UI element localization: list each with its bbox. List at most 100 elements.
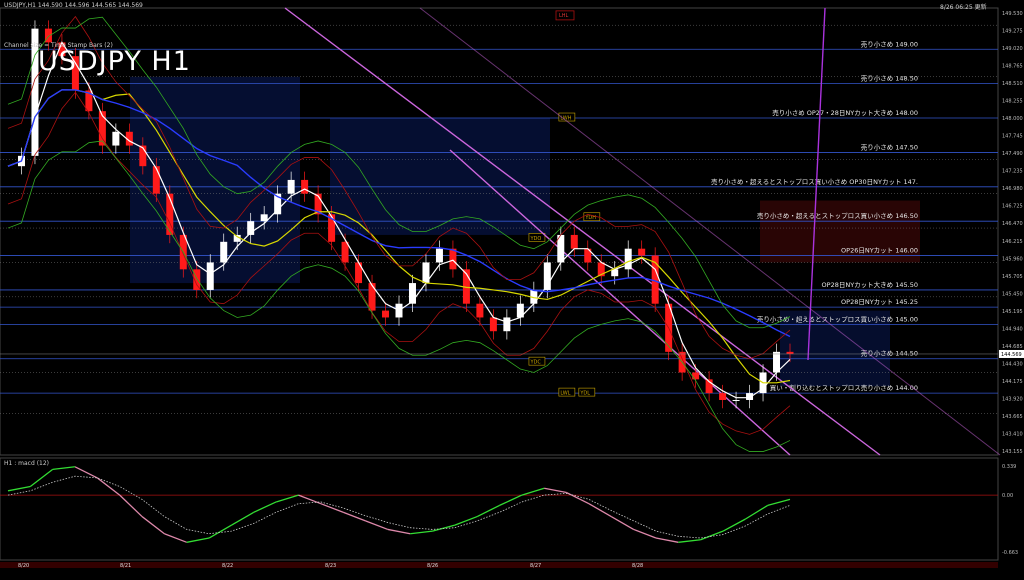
candle-body [435, 248, 443, 263]
chart-canvas[interactable]: 149.530 149.275 149.020 148.765 148.510 148.2… [0, 0, 1024, 576]
candle-body [611, 269, 619, 277]
macd-main-segment [678, 539, 701, 543]
price-axis-label: 145.195 [1002, 309, 1023, 315]
chart-title: USDJPY H1 [38, 46, 191, 77]
macd-main-segment [52, 466, 76, 470]
level-label: 売り小さめ 148.50 [861, 74, 918, 83]
candle-body [449, 248, 457, 270]
candle-body [301, 179, 309, 194]
candle-body [624, 248, 632, 270]
macd-main-segment [320, 503, 344, 513]
macd-axis-label: 0.00 [1002, 493, 1013, 499]
cloud-blue-2 [330, 118, 550, 235]
level-label: 売り小さめ・超えるとストップロス買い小さめ 146.50 [757, 211, 918, 220]
macd-main-segment [298, 494, 322, 505]
candle-body [489, 317, 497, 332]
price-axis-label: 145.960 [1002, 256, 1023, 262]
time-axis-bar [0, 562, 998, 568]
candle-body [503, 317, 511, 332]
macd-main-segment [454, 515, 478, 526]
price-axis-label: 146.470 [1002, 221, 1023, 227]
level-tag: YDC [529, 360, 541, 366]
time-axis-label: 8/20 [18, 563, 29, 569]
time-axis-label: 8/22 [222, 563, 233, 569]
price-axis-label: 148.255 [1002, 98, 1023, 104]
macd-axis-label: 0.339 [1002, 464, 1016, 470]
price-axis-label: 146.215 [1002, 239, 1023, 245]
current-price-label: 144.569 [1001, 352, 1022, 358]
chart-root: 149.530 149.275 149.020 148.765 148.510 148.2… [0, 0, 1024, 576]
macd-main-segment [432, 524, 456, 532]
price-axis-label: 146.980 [1002, 186, 1023, 192]
macd-main-segment [767, 498, 791, 507]
candle-body [382, 310, 390, 318]
candle-body [570, 234, 578, 249]
level-label: OP28日NYカット 145.25 [841, 298, 918, 306]
macd-main-segment [722, 518, 746, 532]
channel-line-lower [449, 149, 791, 456]
macd-main-segment [141, 516, 165, 535]
macd-main-segment [253, 501, 277, 513]
macd-main-segment [610, 515, 634, 530]
price-axis-label: 148.510 [1002, 81, 1023, 87]
macd-main-segment [744, 504, 768, 520]
macd-main-segment [521, 487, 545, 496]
level-label: 売り小さめ 149.00 [861, 39, 918, 48]
candle-body [206, 262, 214, 290]
price-axis-label: 143.665 [1002, 414, 1023, 420]
price-axis-label: 143.155 [1002, 449, 1023, 455]
macd-main-segment [186, 537, 210, 543]
candle-body [287, 179, 295, 194]
level-tag: YDL [579, 391, 590, 397]
price-axis-label: 144.430 [1002, 362, 1023, 368]
macd-main-segment [410, 530, 433, 535]
candle-body [476, 303, 484, 318]
level-label: 売り小さめ 144.50 [861, 349, 918, 358]
level-label: 売り小さめ OP27・28日NYカット大きめ 148.00 [772, 108, 918, 117]
price-axis-label: 147.745 [1002, 134, 1023, 140]
macd-main-segment [275, 494, 299, 503]
macd-main-segment [29, 468, 54, 488]
level-label: 買い・割り込むとストップロス売り小さめ 144.00 [770, 383, 918, 392]
price-axis-label: 143.410 [1002, 432, 1023, 438]
level-label: 売り小さめ・超えるとストップロス買い小さめ OP30日NYカット 147. [711, 177, 918, 186]
macd-main-segment [476, 504, 500, 518]
price-axis-label: 149.530 [1002, 11, 1023, 17]
candle-body [220, 241, 228, 263]
candle-body [638, 248, 646, 256]
macd-main-segment [231, 511, 255, 526]
macd-main-segment [96, 477, 121, 496]
macd-main-segment [544, 487, 567, 494]
time-axis-label: 8/21 [120, 563, 131, 569]
level-label: OP26日NYカット 146.00 [841, 247, 918, 255]
price-axis-label: 145.705 [1002, 274, 1023, 280]
price-axis-label: 147.490 [1002, 151, 1023, 157]
candle-body [719, 393, 727, 400]
macd-main-segment [499, 494, 523, 506]
candle-body [112, 131, 120, 146]
candle-body [732, 399, 740, 401]
macd-main-segment [387, 528, 411, 535]
macd-main-segment [588, 503, 612, 518]
time-axis-label: 8/23 [325, 563, 336, 569]
macd-panel-frame [0, 457, 999, 561]
price-axis-label: 147.235 [1002, 169, 1023, 175]
symbol-header: USDJPY,H1 144.590 144.596 144.565 144.56… [4, 2, 143, 9]
candle-body [341, 241, 349, 263]
price-axis-label: 144.940 [1002, 326, 1023, 332]
macd-main-segment [7, 485, 31, 492]
price-axis-label: 148.765 [1002, 63, 1023, 69]
time-axis-label: 8/28 [632, 563, 643, 569]
price-axis-label: 148.000 [1002, 116, 1023, 122]
level-label: 売り小さめ 147.50 [861, 142, 918, 151]
macd-main-segment [365, 520, 389, 531]
candle-body [368, 283, 376, 311]
macd-main-segment [119, 494, 143, 518]
price-axis-label: 143.920 [1002, 397, 1023, 403]
macd-main-segment [164, 533, 187, 543]
macd-main-segment [342, 511, 366, 522]
level-tag: YDO [529, 236, 541, 242]
level-label: OP28日NYカット大きめ 145.50 [822, 280, 918, 289]
candle-body [786, 351, 794, 354]
candle-body [692, 372, 700, 380]
